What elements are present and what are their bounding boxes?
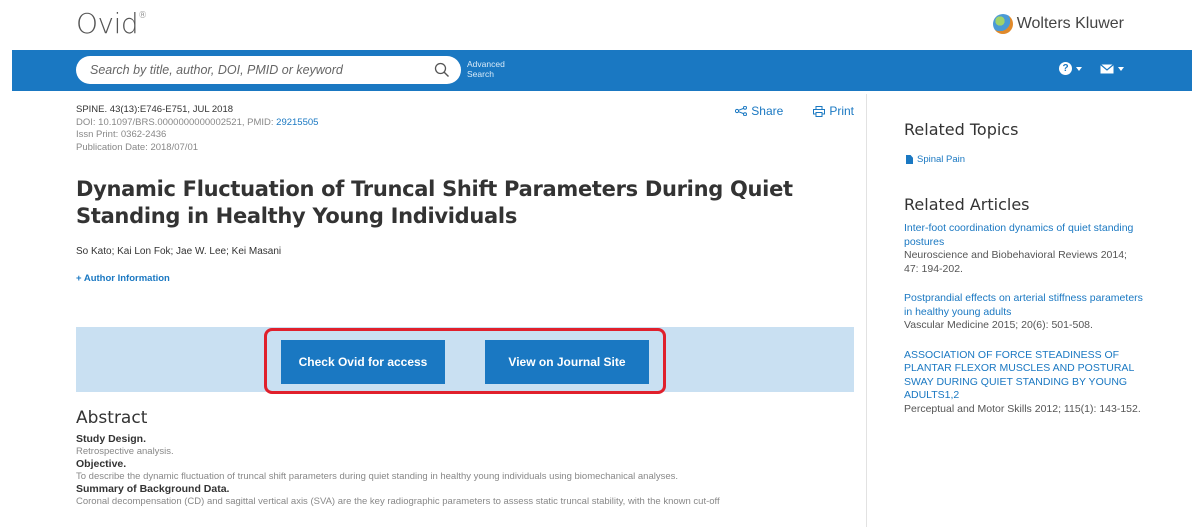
related-article: Inter-foot coordination dynamics of quie… [904,222,1144,276]
help-menu-button[interactable]: ? [1059,62,1082,75]
abstract-section-text: To describe the dynamic fluctuation of t… [76,471,679,482]
publisher-name: Wolters Kluwer [1016,15,1124,32]
related-article-source: Perceptual and Motor Skills 2012; 115(1)… [904,402,1141,415]
author-information-toggle[interactable]: + Author Information [76,273,854,284]
related-topics-heading: Related Topics [904,120,1019,139]
nav-right: ? [1059,62,1124,75]
print-icon [813,105,826,117]
chevron-down-icon [1118,66,1124,71]
related-article-source: Neuroscience and Biobehavioral Reviews 2… [904,249,1127,275]
share-label: Share [751,104,784,118]
column-divider [866,94,867,527]
mail-icon [1100,63,1114,73]
related-topic-label: Spinal Pain [917,154,966,165]
related-topic-link[interactable]: Spinal Pain [906,154,1144,165]
article-actions: Share Print [735,104,854,118]
publication-date: Publication Date: 2018/07/01 [76,141,199,153]
view-journal-site-button[interactable]: View on Journal Site [485,340,649,384]
wolters-kluwer-logo[interactable]: Wolters Kluwer [992,14,1124,34]
article-title: Dynamic Fluctuation of Truncal Shift Par… [76,177,793,228]
registered-mark: ® [138,11,147,21]
print-label: Print [829,104,854,118]
related-article-link[interactable]: Inter-foot coordination dynamics of quie… [904,222,1144,249]
abstract-heading: Abstract [76,408,148,428]
abstract-section-label: Study Design. [76,433,147,445]
search-icon[interactable] [433,61,451,79]
pmid-link[interactable]: 29215505 [276,117,318,128]
advanced-search-line2: Search [467,69,494,79]
abstract: Abstract Study Design. Retrospective ana… [76,408,856,508]
top-header: Ovid® Wolters Kluwer [0,0,1204,50]
abstract-section-text: Retrospective analysis. [76,446,174,457]
search-bar: Advanced Search ? [12,50,1192,91]
advanced-search-line1: Advanced [467,59,505,69]
author-list: So Kato; Kai Lon Fok; Jae W. Lee; Kei Ma… [76,246,282,257]
share-icon [735,106,748,116]
related-article: Postprandial effects on arterial stiffne… [904,292,1144,333]
related-article-link[interactable]: ASSOCIATION OF FORCE STEADINESS OF PLANT… [904,349,1144,403]
share-button[interactable]: Share [735,104,783,118]
related-article-link[interactable]: Postprandial effects on arterial stiffne… [904,292,1144,319]
question-circle-icon: ? [1059,62,1072,75]
related-article-source: Vascular Medicine 2015; 20(6): 501-508. [904,319,1093,331]
abstract-section-label: Summary of Background Data. [76,483,230,495]
doi-text: DOI: 10.1097/BRS.0000000000002521, PMID: [76,116,277,128]
check-ovid-access-button[interactable]: Check Ovid for access [281,340,445,384]
doi-line: DOI: 10.1097/BRS.0000000000002521, PMID:… [76,117,854,130]
abstract-section-text: Coronal decompensation (CD) and sagittal… [76,496,720,507]
related-articles-heading: Related Articles [904,195,1030,214]
print-button[interactable]: Print [813,104,854,118]
article-main: SPINE. 43(13):E746-E751, JUL 2018 DOI: 1… [76,104,854,284]
ovid-logo-text: Ovid [76,7,139,40]
search-input[interactable] [90,63,433,77]
search-box [76,56,461,84]
abstract-section-label: Objective. [76,458,127,470]
document-icon [906,155,913,164]
related-article: ASSOCIATION OF FORCE STEADINESS OF PLANT… [904,349,1144,417]
issn: Issn Print: 0362-2436 [76,129,167,140]
ovid-logo[interactable]: Ovid® [76,7,147,40]
chevron-down-icon [1076,66,1082,71]
sidebar: Related Topics Spinal Pain Related Artic… [904,120,1144,416]
wolters-kluwer-globe-icon [992,14,1013,34]
advanced-search-link[interactable]: Advanced Search [467,59,505,79]
mail-menu-button[interactable] [1100,63,1124,74]
